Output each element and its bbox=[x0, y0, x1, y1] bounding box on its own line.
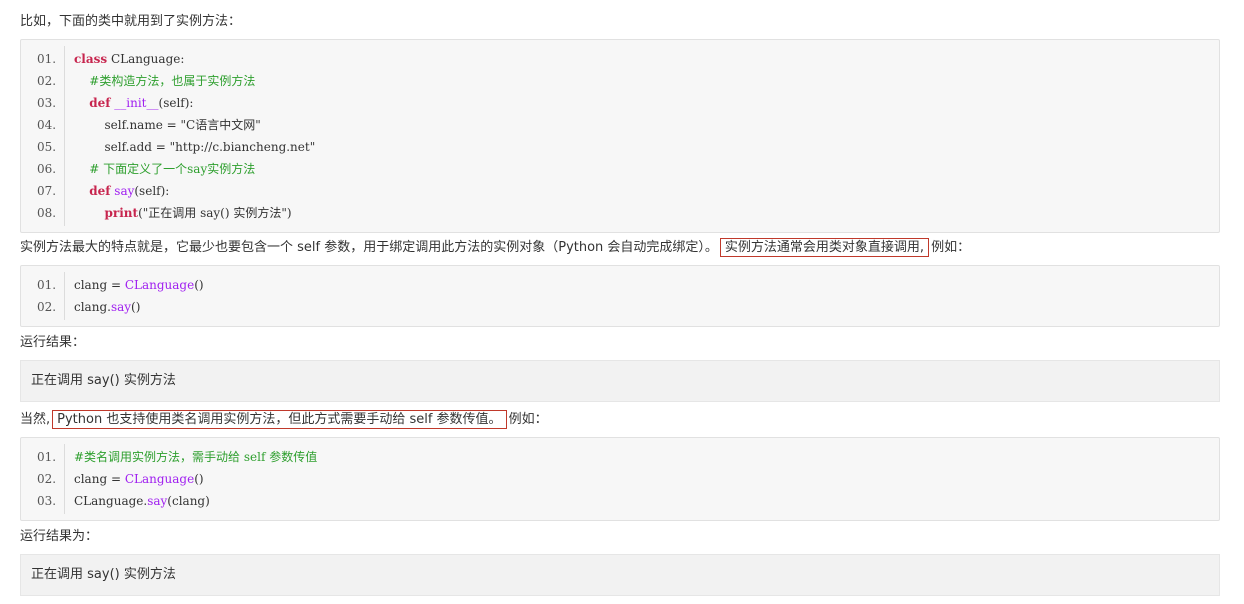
code-text: class CLanguage: bbox=[74, 48, 184, 70]
code-token: # 下面定义了一个say实例方法 bbox=[89, 162, 256, 176]
code-token: self.add = "http://c.biancheng.net" bbox=[74, 140, 316, 154]
code-line: 02. clang.say() bbox=[21, 296, 1219, 318]
code-token: CLanguage. bbox=[74, 494, 148, 508]
code-token: say bbox=[147, 494, 168, 508]
code-line: 07. def say(self): bbox=[21, 180, 1219, 202]
code-text: #类名调用实例方法，需手动给 self 参数传值 bbox=[74, 446, 317, 468]
code-text: def say(self): bbox=[74, 180, 169, 202]
line-number: 01. bbox=[37, 52, 57, 66]
result-label: 运行结果为： bbox=[20, 529, 99, 544]
line-number: 01. bbox=[37, 450, 57, 464]
code-token: clang = bbox=[74, 278, 125, 292]
code-line: 03. def __init__(self): bbox=[21, 92, 1219, 114]
code-token: () bbox=[194, 278, 204, 292]
line-number: 02. bbox=[37, 300, 57, 314]
code-token: ("正在调用 say() 实例方法") bbox=[138, 206, 292, 220]
result-output-text: 正在调用 say() 实例方法 bbox=[31, 567, 176, 582]
code-token: say bbox=[110, 300, 132, 314]
result-label: 运行结果： bbox=[20, 335, 86, 350]
code-token: () bbox=[194, 472, 204, 486]
line-number: 03. bbox=[37, 494, 57, 508]
code-token: CLanguage: bbox=[107, 52, 185, 66]
code-block-class-call[interactable]: 01. #类名调用实例方法，需手动给 self 参数传值 02. clang = CL… bbox=[20, 437, 1220, 521]
code-block-object-call[interactable]: 01. clang = CLanguage() 02. clang.say() bbox=[20, 265, 1220, 327]
code-line: 01. #类名调用实例方法，需手动给 self 参数传值 bbox=[21, 446, 1219, 468]
article-page: 比如，下面的类中就用到了实例方法： 01. class CLanguage: 02.… bbox=[0, 0, 1244, 604]
code-token: (clang) bbox=[167, 494, 210, 508]
code-line: 02. clang = CLanguage() bbox=[21, 468, 1219, 490]
line-number: 03. bbox=[37, 96, 57, 110]
code-text: self.name = "C语言中文网" bbox=[74, 114, 261, 136]
code-token: self.name = "C语言中文网" bbox=[74, 118, 261, 132]
code-token: def bbox=[89, 96, 111, 110]
code-text: #类构造方法，也属于实例方法 bbox=[74, 70, 255, 92]
code-line: 06. # 下面定义了一个say实例方法 bbox=[21, 158, 1219, 180]
line-number: 06. bbox=[37, 162, 57, 176]
line-number: 04. bbox=[37, 118, 57, 132]
code-token: __init__ bbox=[114, 96, 159, 110]
code-token: clang = bbox=[74, 472, 125, 486]
class-call-paragraph: 当然, Python 也支持使用类名调用实例方法，但此方式需要手动给 self 参… bbox=[20, 410, 548, 430]
code-text: def __init__(self): bbox=[74, 92, 193, 114]
line-number: 01. bbox=[37, 278, 57, 292]
paragraph-text-tail: 例如： bbox=[931, 240, 971, 255]
code-line: 04. self.name = "C语言中文网" bbox=[21, 114, 1219, 136]
paragraph-text: 当然, bbox=[20, 412, 51, 427]
highlighted-text: 实例方法通常会用类对象直接调用, bbox=[719, 238, 930, 257]
code-text: self.add = "http://c.biancheng.net" bbox=[74, 136, 316, 158]
result-output-box: 正在调用 say() 实例方法 bbox=[20, 554, 1220, 596]
intro-paragraph: 比如，下面的类中就用到了实例方法： bbox=[20, 14, 242, 29]
code-token: CLanguage bbox=[124, 278, 195, 292]
code-text: clang.say() bbox=[74, 296, 140, 318]
code-block-class-definition[interactable]: 01. class CLanguage: 02. #类构造方法，也属于实例方法 03.… bbox=[20, 39, 1220, 233]
code-line: 01. class CLanguage: bbox=[21, 48, 1219, 70]
paragraph-text: 实例方法最大的特点就是，它最少也要包含一个 self 参数，用于绑定调用此方法的… bbox=[20, 240, 718, 255]
code-token: say bbox=[114, 184, 135, 198]
code-line: 08. print("正在调用 say() 实例方法") bbox=[21, 202, 1219, 224]
code-token: (self): bbox=[158, 96, 194, 110]
code-line: 03. CLanguage.say(clang) bbox=[21, 490, 1219, 512]
line-number: 05. bbox=[37, 140, 57, 154]
code-token: (self): bbox=[134, 184, 170, 198]
code-token: print bbox=[104, 206, 139, 220]
result-output-box: 正在调用 say() 实例方法 bbox=[20, 360, 1220, 402]
code-line: 02. #类构造方法，也属于实例方法 bbox=[21, 70, 1219, 92]
code-token: class bbox=[74, 52, 108, 66]
code-text: clang = CLanguage() bbox=[74, 274, 204, 296]
line-number: 02. bbox=[37, 74, 57, 88]
paragraph-text-tail: 例如： bbox=[508, 412, 548, 427]
line-number: 08. bbox=[37, 206, 57, 220]
highlighted-text: Python 也支持使用类名调用实例方法，但此方式需要手动给 self 参数传值… bbox=[52, 410, 507, 429]
code-text: clang = CLanguage() bbox=[74, 468, 204, 490]
result-output-text: 正在调用 say() 实例方法 bbox=[31, 373, 176, 388]
code-line: 01. clang = CLanguage() bbox=[21, 274, 1219, 296]
line-number: 02. bbox=[37, 472, 57, 486]
self-parameter-paragraph: 实例方法最大的特点就是，它最少也要包含一个 self 参数，用于绑定调用此方法的… bbox=[20, 238, 970, 258]
code-text: CLanguage.say(clang) bbox=[74, 490, 210, 512]
code-token: () bbox=[131, 300, 141, 314]
code-token: #类构造方法，也属于实例方法 bbox=[89, 74, 256, 88]
code-token: clang. bbox=[74, 300, 111, 314]
code-token: def bbox=[89, 184, 111, 198]
code-text: # 下面定义了一个say实例方法 bbox=[74, 158, 255, 180]
code-text: print("正在调用 say() 实例方法") bbox=[74, 202, 292, 224]
code-token: CLanguage bbox=[124, 472, 195, 486]
code-line: 05. self.add = "http://c.biancheng.net" bbox=[21, 136, 1219, 158]
code-token: #类名调用实例方法，需手动给 self 参数传值 bbox=[74, 450, 318, 464]
line-number: 07. bbox=[37, 184, 57, 198]
